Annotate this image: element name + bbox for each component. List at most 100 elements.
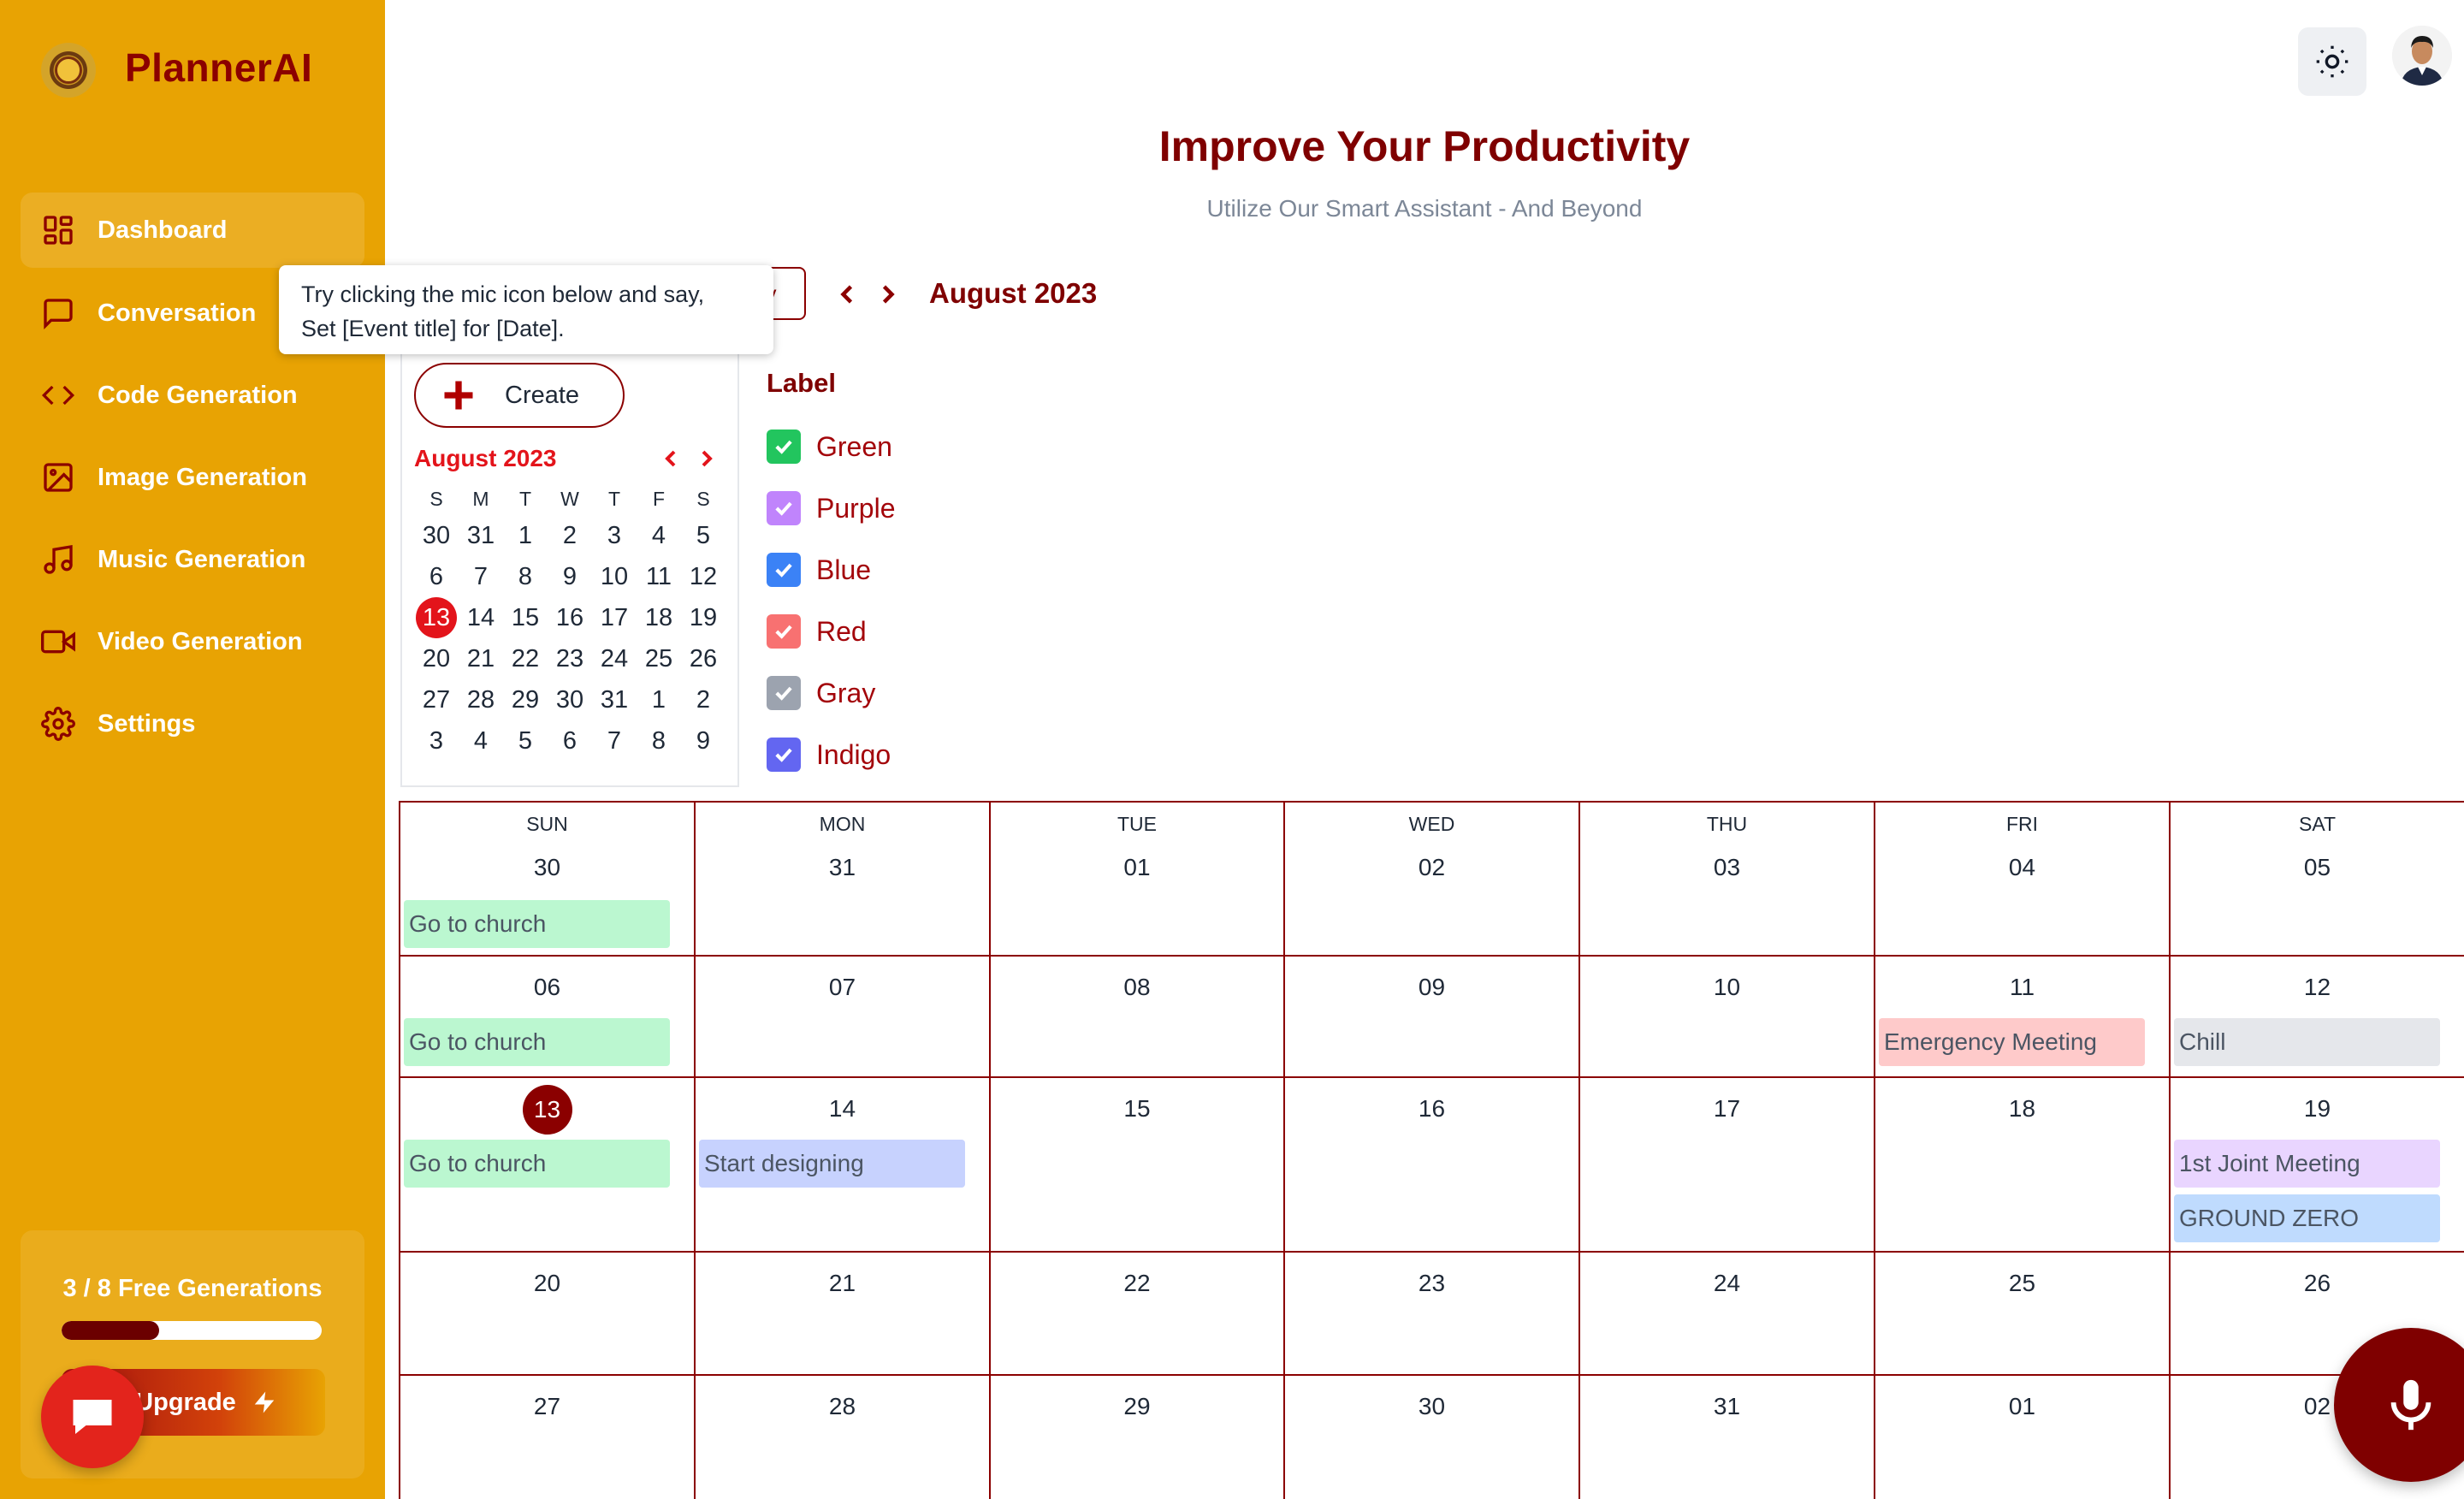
mini-day[interactable]: 1 <box>503 515 548 556</box>
sidebar-item-settings[interactable]: Settings <box>21 686 364 761</box>
day-cell[interactable]: 20 <box>399 1251 696 1376</box>
mini-day[interactable]: 8 <box>503 556 548 597</box>
day-cell[interactable]: 12 Chill <box>2169 955 2464 1078</box>
day-cell[interactable]: FRI 04 <box>1874 801 2171 957</box>
day-cell[interactable]: 14 Start designing <box>694 1076 991 1253</box>
calendar-event[interactable]: Go to church <box>404 1018 670 1066</box>
label-item-indigo[interactable]: Indigo <box>767 736 891 773</box>
mini-day[interactable]: 4 <box>637 515 681 556</box>
day-cell[interactable]: TUE 01 <box>989 801 1285 957</box>
day-cell[interactable]: 06 Go to church <box>399 955 696 1078</box>
mini-prev-chevron-icon[interactable] <box>657 445 684 472</box>
sidebar-item-image-generation[interactable]: Image Generation <box>21 440 364 515</box>
mini-day[interactable]: 30 <box>548 679 592 720</box>
day-cell[interactable]: 25 <box>1874 1251 2171 1376</box>
mini-day[interactable]: 12 <box>681 556 726 597</box>
mini-day[interactable]: 23 <box>548 638 592 679</box>
day-cell[interactable]: THU 03 <box>1578 801 1875 957</box>
mini-day[interactable]: 31 <box>459 515 503 556</box>
day-cell[interactable]: 30 <box>1283 1374 1580 1499</box>
day-cell[interactable]: 13 Go to church <box>399 1076 696 1253</box>
sidebar-item-music-generation[interactable]: Music Generation <box>21 522 364 597</box>
mini-day[interactable]: 7 <box>592 720 637 761</box>
day-cell[interactable]: 19 1st Joint Meeting GROUND ZERO <box>2169 1076 2464 1253</box>
calendar-event[interactable]: Start designing <box>699 1140 965 1188</box>
mini-day[interactable]: 2 <box>548 515 592 556</box>
mini-day[interactable]: 3 <box>592 515 637 556</box>
checkbox-icon[interactable] <box>767 738 801 772</box>
day-cell[interactable]: 18 <box>1874 1076 2171 1253</box>
mini-day[interactable]: 25 <box>637 638 681 679</box>
chevron-right-icon[interactable] <box>873 279 903 310</box>
day-cell[interactable]: 24 <box>1578 1251 1875 1376</box>
day-cell[interactable]: 08 <box>989 955 1285 1078</box>
checkbox-icon[interactable] <box>767 430 801 464</box>
day-cell[interactable]: SAT 05 <box>2169 801 2464 957</box>
sidebar-item-code-generation[interactable]: Code Generation <box>21 358 364 433</box>
mini-day[interactable]: 6 <box>548 720 592 761</box>
mini-day[interactable]: 5 <box>681 515 726 556</box>
day-cell[interactable]: 01 <box>1874 1374 2171 1499</box>
label-item-red[interactable]: Red <box>767 613 867 650</box>
day-cell[interactable]: 15 <box>989 1076 1285 1253</box>
mini-day[interactable]: 31 <box>592 679 637 720</box>
checkbox-icon[interactable] <box>767 676 801 710</box>
day-cell[interactable]: 23 <box>1283 1251 1580 1376</box>
day-cell[interactable]: WED 02 <box>1283 801 1580 957</box>
day-cell[interactable]: 27 <box>399 1374 696 1499</box>
mini-day[interactable]: 17 <box>592 597 637 638</box>
theme-toggle-button[interactable] <box>2298 27 2366 96</box>
user-avatar[interactable] <box>2392 26 2452 86</box>
day-cell[interactable]: 09 <box>1283 955 1580 1078</box>
day-cell[interactable]: 11 Emergency Meeting <box>1874 955 2171 1078</box>
mini-day[interactable]: 8 <box>637 720 681 761</box>
day-cell[interactable]: 16 <box>1283 1076 1580 1253</box>
mini-day[interactable]: 18 <box>637 597 681 638</box>
mini-day[interactable]: 19 <box>681 597 726 638</box>
day-cell[interactable]: SUN 30 Go to church <box>399 801 696 957</box>
mini-day[interactable]: 26 <box>681 638 726 679</box>
mini-day[interactable]: 16 <box>548 597 592 638</box>
mini-day[interactable]: 15 <box>503 597 548 638</box>
mini-day[interactable]: 2 <box>681 679 726 720</box>
day-cell[interactable]: 07 <box>694 955 991 1078</box>
mini-day[interactable]: 6 <box>414 556 459 597</box>
mini-day[interactable]: 7 <box>459 556 503 597</box>
mini-day[interactable]: 20 <box>414 638 459 679</box>
label-item-purple[interactable]: Purple <box>767 489 896 527</box>
mini-day[interactable]: 5 <box>503 720 548 761</box>
brand-name[interactable]: PlannerAI <box>125 44 312 91</box>
support-chat-button[interactable] <box>41 1366 144 1468</box>
calendar-event[interactable]: Emergency Meeting <box>1879 1018 2145 1066</box>
calendar-event[interactable]: Chill <box>2174 1018 2440 1066</box>
mini-day[interactable]: 29 <box>503 679 548 720</box>
day-cell[interactable]: 22 <box>989 1251 1285 1376</box>
calendar-event[interactable]: GROUND ZERO <box>2174 1194 2440 1242</box>
mini-day[interactable]: 10 <box>592 556 637 597</box>
mini-day[interactable]: 30 <box>414 515 459 556</box>
mini-day[interactable]: 3 <box>414 720 459 761</box>
day-cell[interactable]: 10 <box>1578 955 1875 1078</box>
day-cell[interactable]: 21 <box>694 1251 991 1376</box>
calendar-event[interactable]: Go to church <box>404 1140 670 1188</box>
mini-day[interactable]: 28 <box>459 679 503 720</box>
mini-day[interactable]: 24 <box>592 638 637 679</box>
label-item-green[interactable]: Green <box>767 428 892 465</box>
day-cell[interactable]: 31 <box>1578 1374 1875 1499</box>
label-item-gray[interactable]: Gray <box>767 674 875 712</box>
create-event-button[interactable]: Create <box>414 363 625 428</box>
sidebar-item-dashboard[interactable]: Dashboard <box>21 193 364 268</box>
mini-next-chevron-icon[interactable] <box>693 445 720 472</box>
mini-day[interactable]: 11 <box>637 556 681 597</box>
day-cell[interactable]: MON 31 <box>694 801 991 957</box>
mini-day[interactable]: 14 <box>459 597 503 638</box>
checkbox-icon[interactable] <box>767 614 801 649</box>
mini-day[interactable]: 21 <box>459 638 503 679</box>
sidebar-item-video-generation[interactable]: Video Generation <box>21 604 364 679</box>
day-cell[interactable]: 29 <box>989 1374 1285 1499</box>
mini-day[interactable]: 13 <box>416 597 457 638</box>
checkbox-icon[interactable] <box>767 553 801 587</box>
mini-day[interactable]: 27 <box>414 679 459 720</box>
mini-day[interactable]: 1 <box>637 679 681 720</box>
logo[interactable] <box>41 43 96 98</box>
